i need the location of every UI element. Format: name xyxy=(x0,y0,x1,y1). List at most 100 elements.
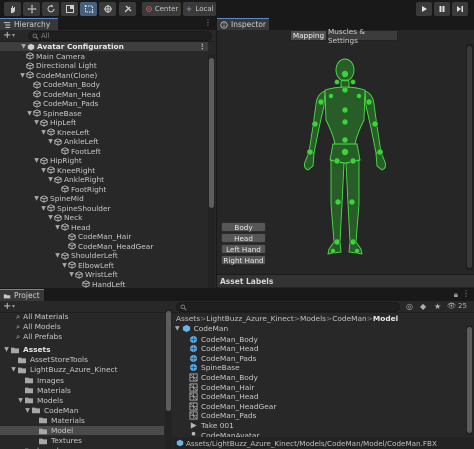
tab-inspector[interactable]: Inspector xyxy=(217,18,269,30)
asset-row[interactable]: CodeMan_HeadGear xyxy=(189,401,276,411)
body-button[interactable]: Body xyxy=(221,222,266,232)
bone-joint-marker[interactable] xyxy=(371,120,379,128)
expand-arrow-icon[interactable]: ▼ xyxy=(175,325,180,332)
move-tool-button[interactable] xyxy=(23,2,40,16)
bone-joint-marker[interactable] xyxy=(349,157,357,165)
right-hand-button[interactable]: Right Hand xyxy=(221,255,266,265)
bone-joint-marker[interactable] xyxy=(341,136,349,144)
project-folder-row[interactable]: ▼ Assets xyxy=(0,345,164,355)
bone-joint-marker[interactable] xyxy=(341,70,349,78)
asset-row[interactable]: Take 001 xyxy=(189,420,234,430)
project-folder-row[interactable]: Textures xyxy=(0,436,164,446)
breadcrumb-item[interactable]: LightBuzz_Azure_Kinect xyxy=(206,314,293,323)
asset-row[interactable]: CodeMan_Head xyxy=(189,392,259,402)
project-folder-row[interactable]: ▼ Models xyxy=(0,396,164,406)
hierarchy-row[interactable]: ▼ AnkleRight xyxy=(0,175,208,184)
tab-mapping[interactable]: Mapping xyxy=(290,30,327,41)
pivot-mode-button[interactable]: Center xyxy=(142,2,181,16)
asset-row[interactable]: CodeMan_Body xyxy=(189,334,258,344)
asset-row[interactable]: CodeMan_Body xyxy=(189,372,258,382)
asset-list-scrollbar[interactable] xyxy=(466,325,473,435)
tab-muscles-settings[interactable]: Muscles & Settings xyxy=(327,27,398,45)
custom-tool-button[interactable] xyxy=(119,2,136,16)
bone-joint-marker[interactable] xyxy=(328,93,334,99)
expand-arrow-icon[interactable]: ▼ xyxy=(47,138,54,145)
hierarchy-row[interactable]: ▼ Head xyxy=(0,223,208,232)
expand-arrow-icon[interactable]: ▼ xyxy=(33,157,40,164)
expand-arrow-icon[interactable]: ▼ xyxy=(54,224,61,231)
bone-joint-marker[interactable] xyxy=(341,106,349,114)
hierarchy-menu-icon[interactable]: ⋮ xyxy=(204,18,212,27)
hierarchy-row[interactable]: Directional Light xyxy=(0,61,208,70)
expand-arrow-icon[interactable]: ▼ xyxy=(54,252,61,259)
project-menu-icon[interactable]: ⋮ xyxy=(462,289,470,298)
hierarchy-row[interactable]: ▼ AnkleLeft xyxy=(0,137,208,146)
bone-joint-marker[interactable] xyxy=(334,198,342,206)
hierarchy-row[interactable]: Main Camera xyxy=(0,52,208,61)
favorite-filter-row[interactable]: ⌕ All Models xyxy=(16,322,61,332)
asset-list-scroll-thumb[interactable] xyxy=(467,327,472,433)
bone-joint-marker[interactable] xyxy=(341,86,349,94)
project-folder-row[interactable]: ▼ CodeMan xyxy=(0,406,164,416)
bone-joint-marker[interactable] xyxy=(333,238,341,246)
hierarchy-row[interactable]: CodeMan_Head xyxy=(0,90,208,99)
transform-tool-button[interactable] xyxy=(99,2,116,16)
hierarchy-row[interactable]: HandLeft xyxy=(0,280,208,288)
step-button[interactable] xyxy=(452,2,468,16)
favorite-filter-row[interactable]: ⌕ All Materials xyxy=(16,312,69,322)
project-tree-scrollbar[interactable] xyxy=(165,309,172,449)
breadcrumb-item[interactable]: CodeMan xyxy=(332,314,367,323)
hierarchy-row[interactable]: ▼ SpineBase xyxy=(0,109,208,118)
pivot-rotation-button[interactable]: Local xyxy=(183,2,216,16)
rotate-tool-button[interactable] xyxy=(42,2,59,16)
project-folder-row[interactable]: Materials xyxy=(0,416,164,426)
hierarchy-row[interactable]: FootRight xyxy=(0,185,208,194)
hierarchy-search-input[interactable]: All xyxy=(28,31,212,41)
expand-arrow-icon[interactable]: ▼ xyxy=(20,43,27,50)
project-tree-scroll-thumb[interactable] xyxy=(166,311,171,411)
hierarchy-row[interactable]: CodeMan_HeadGear xyxy=(0,242,208,251)
hierarchy-row[interactable]: ▼ CodeMan(Clone) xyxy=(0,71,208,80)
expand-arrow-icon[interactable]: ▼ xyxy=(47,176,54,183)
hierarchy-row[interactable]: ▼ SpineShoulder xyxy=(0,204,208,213)
pause-button[interactable] xyxy=(434,2,450,16)
expand-arrow-icon[interactable]: ▼ xyxy=(24,407,31,414)
expand-arrow-icon[interactable]: ▼ xyxy=(10,366,17,373)
expand-arrow-icon[interactable]: ▼ xyxy=(26,110,33,117)
project-folder-row[interactable]: Model xyxy=(0,425,164,436)
hierarchy-row[interactable]: ▼ WristLeft xyxy=(0,270,208,279)
inspector-scroll-thumb[interactable] xyxy=(467,46,472,268)
hierarchy-row[interactable]: ▼ ShoulderLeft xyxy=(0,251,208,260)
scene-header-row[interactable]: ▼ Avatar Configuration ⋮ xyxy=(0,42,208,52)
expand-arrow-icon[interactable]: ▼ xyxy=(33,195,40,202)
hierarchy-row[interactable]: CodeMan_Body xyxy=(0,80,208,89)
breadcrumb-item[interactable]: Assets xyxy=(176,314,200,323)
play-button[interactable] xyxy=(416,2,432,16)
asset-row[interactable]: CodeMan_Head xyxy=(189,344,259,354)
expand-arrow-icon[interactable]: ▼ xyxy=(40,129,47,136)
asset-row[interactable]: CodeMan_Pads xyxy=(189,411,256,421)
hierarchy-row[interactable]: ▼ HipLeft xyxy=(0,118,208,127)
bone-joint-marker[interactable] xyxy=(350,79,356,85)
favorite-filter-row[interactable]: ⌕ All Prefabs xyxy=(16,332,62,342)
create-plus-icon[interactable]: + xyxy=(3,30,11,41)
project-search-input[interactable] xyxy=(176,302,400,312)
scale-tool-button[interactable] xyxy=(61,2,78,16)
project-folder-row[interactable]: ▼ LightBuzz_Azure_Kinect xyxy=(0,365,164,375)
bone-joint-marker[interactable] xyxy=(333,157,341,165)
bone-joint-marker[interactable] xyxy=(341,118,349,126)
hierarchy-row[interactable]: ▼ ElbowLeft xyxy=(0,261,208,270)
filter-label-icon[interactable]: ◆ xyxy=(420,302,426,311)
project-folder-row[interactable]: Materials xyxy=(0,385,164,395)
bone-joint-marker[interactable] xyxy=(330,248,336,254)
expand-arrow-icon[interactable]: ▼ xyxy=(19,72,26,79)
bone-joint-marker[interactable] xyxy=(317,98,325,106)
breadcrumb-item[interactable]: Model xyxy=(373,314,398,323)
create-dropdown-icon[interactable]: ▾ xyxy=(12,30,15,41)
expand-arrow-icon[interactable]: ▼ xyxy=(33,119,40,126)
bone-joint-marker[interactable] xyxy=(356,93,362,99)
bone-joint-marker[interactable] xyxy=(349,238,357,246)
filter-type-icon[interactable]: ◎ xyxy=(406,302,413,311)
bone-joint-marker[interactable] xyxy=(306,148,314,156)
tab-project[interactable]: Project xyxy=(0,289,44,301)
